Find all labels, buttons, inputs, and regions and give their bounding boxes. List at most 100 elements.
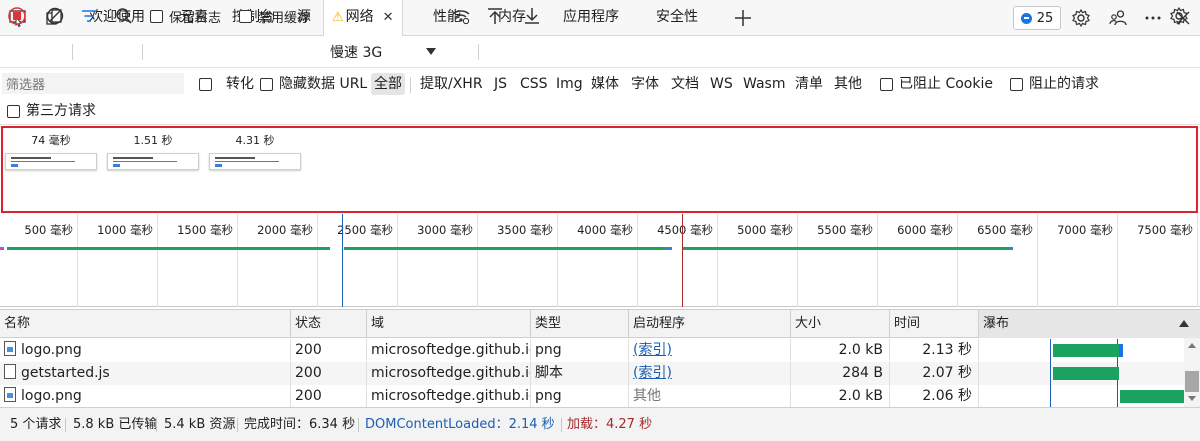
blocked-cookies-box[interactable]	[880, 77, 893, 91]
column-name[interactable]: 名称	[0, 310, 291, 338]
file-icon	[4, 364, 16, 379]
record-icon[interactable]	[7, 4, 27, 28]
filter-type-media[interactable]: 媒体	[591, 73, 619, 95]
invert-box[interactable]	[199, 77, 212, 91]
column-domain[interactable]: 域	[367, 310, 531, 338]
tab-network[interactable]: ⚠ 网络 ✕	[323, 0, 403, 36]
table-row[interactable]: logo.png 200 microsoftedge.github.io png 其他 2…	[0, 385, 1184, 408]
overview-tick-label: 6000 毫秒	[897, 223, 953, 237]
scroll-up-icon[interactable]	[1188, 343, 1196, 348]
initiator-link[interactable]: (索引)	[633, 342, 672, 358]
column-waterfall[interactable]: 瀑布	[979, 310, 1200, 338]
third-party-label: 第三方请求	[26, 103, 96, 119]
filter-type-all[interactable]: 全部	[371, 73, 405, 95]
request-name: getstarted.js	[21, 365, 110, 381]
column-status[interactable]: 状态	[291, 310, 367, 338]
blocked-cookies-checkbox[interactable]: 已阻止 Cookie	[880, 73, 993, 95]
issues-count: 25	[1036, 10, 1054, 26]
filter-type-doc[interactable]: 文档	[671, 73, 699, 95]
preserve-log-checkbox[interactable]: 保留日志	[150, 4, 221, 28]
network-settings-icon[interactable]	[1169, 4, 1189, 28]
filter-type-css[interactable]: CSS	[520, 73, 548, 95]
filter-type-fetch-xhr[interactable]: 提取/XHR	[420, 73, 483, 95]
disable-cache-checkbox[interactable]: 禁用缓存	[239, 4, 310, 28]
initiator-link[interactable]: (索引)	[633, 365, 672, 381]
disable-cache-box[interactable]	[239, 9, 252, 23]
filmstrip-frame[interactable]: 74 毫秒	[5, 134, 97, 170]
overview-tick-label: 3000 毫秒	[417, 223, 473, 237]
filmstrip-frame[interactable]: 4.31 秒	[209, 134, 301, 170]
timeline-overview[interactable]: 500 毫秒 1000 毫秒 1500 毫秒 2000 毫秒 2500 毫秒 3000 毫…	[0, 214, 1200, 307]
close-icon[interactable]: ✕	[383, 10, 394, 25]
column-size[interactable]: 大小	[791, 310, 890, 338]
summary-bar: 5 个请求 5.8 kB 已传输 5.4 kB 资源 完成时间：6.34 秒 D…	[0, 407, 1200, 441]
filmstrip-frame[interactable]: 1.51 秒	[107, 134, 199, 170]
download-icon[interactable]	[522, 4, 542, 28]
network-toolbar	[0, 36, 1200, 68]
filter-divider	[410, 77, 411, 93]
filter-input[interactable]: 筛选器	[2, 73, 184, 94]
overview-bar	[1009, 247, 1013, 250]
frame-time: 74 毫秒	[31, 134, 71, 147]
waterfall-bar[interactable]	[1053, 367, 1119, 380]
filter-type-manifest[interactable]: 清单	[795, 73, 823, 95]
add-icon[interactable]	[731, 6, 755, 30]
invert-checkbox[interactable]: 转化	[199, 73, 254, 95]
search-icon[interactable]	[114, 4, 134, 28]
request-name: logo.png	[21, 388, 82, 404]
waterfall-bar[interactable]	[1053, 344, 1123, 357]
tab-application[interactable]: 应用程序	[563, 0, 619, 35]
filter-type-js[interactable]: JS	[494, 73, 507, 95]
filter-type-font[interactable]: 字体	[631, 73, 659, 95]
preserve-log-box[interactable]	[150, 9, 163, 23]
cell-time: 2.07 秒	[890, 362, 979, 385]
overview-tick-label: 2000 毫秒	[257, 223, 313, 237]
issues-icon	[1020, 12, 1032, 24]
dcl-marker	[342, 214, 343, 307]
scroll-down-icon[interactable]	[1188, 396, 1196, 401]
people-icon[interactable]	[1106, 6, 1130, 30]
throttling-select[interactable]: 慢速 3G	[322, 40, 440, 64]
scroll-thumb[interactable]	[1185, 371, 1199, 392]
overview-bar	[7, 247, 330, 250]
hide-data-urls-checkbox[interactable]: 隐藏数据 URL	[260, 73, 367, 95]
blocked-requests-box[interactable]	[1010, 77, 1023, 91]
sort-ascending-icon[interactable]	[1179, 320, 1189, 327]
table-row[interactable]: logo.png 200 microsoftedge.github.io png (索引…	[0, 339, 1184, 362]
summary-divider	[156, 418, 157, 432]
cell-waterfall	[980, 339, 1184, 362]
clear-icon[interactable]	[45, 4, 65, 28]
filter-icon[interactable]	[79, 4, 99, 28]
filter-type-img[interactable]: Img	[556, 73, 583, 95]
cell-domain: microsoftedge.github.io	[367, 339, 531, 362]
third-party-checkbox[interactable]: 第三方请求	[7, 100, 96, 122]
waterfall-bar[interactable]	[1120, 390, 1184, 403]
dcl-line	[1050, 339, 1051, 362]
wifi-icon[interactable]	[451, 4, 471, 28]
filter-type-other[interactable]: 其他	[834, 73, 862, 95]
column-time[interactable]: 时间	[890, 310, 979, 338]
frame-time: 1.51 秒	[133, 134, 173, 147]
table-row[interactable]: getstarted.js 200 microsoftedge.github.io 脚…	[0, 362, 1184, 385]
cell-waterfall	[980, 385, 1184, 408]
image-file-icon	[4, 387, 16, 402]
third-party-box[interactable]	[7, 104, 20, 118]
overview-bar	[683, 247, 1009, 250]
filter-type-ws[interactable]: WS	[710, 73, 733, 95]
hide-data-urls-box[interactable]	[260, 77, 273, 91]
upload-icon[interactable]	[485, 4, 505, 28]
settings-icon[interactable]	[1069, 6, 1093, 30]
column-type[interactable]: 类型	[531, 310, 629, 338]
issues-badge[interactable]: 25	[1013, 6, 1061, 30]
overview-tick-label: 5500 毫秒	[817, 223, 873, 237]
column-initiator[interactable]: 启动程序	[629, 310, 791, 338]
blocked-requests-checkbox[interactable]: 阻止的请求	[1010, 73, 1099, 95]
overview-bar	[666, 247, 672, 250]
overview-tick-label: 500 毫秒	[24, 223, 73, 237]
more-icon[interactable]	[1141, 6, 1165, 30]
column-waterfall-label: 瀑布	[983, 316, 1010, 331]
tab-security[interactable]: 安全性	[656, 0, 698, 35]
filter-type-wasm[interactable]: Wasm	[743, 73, 785, 95]
table-scrollbar[interactable]	[1184, 338, 1200, 407]
load-time: 加载：4.27 秒	[567, 417, 653, 432]
